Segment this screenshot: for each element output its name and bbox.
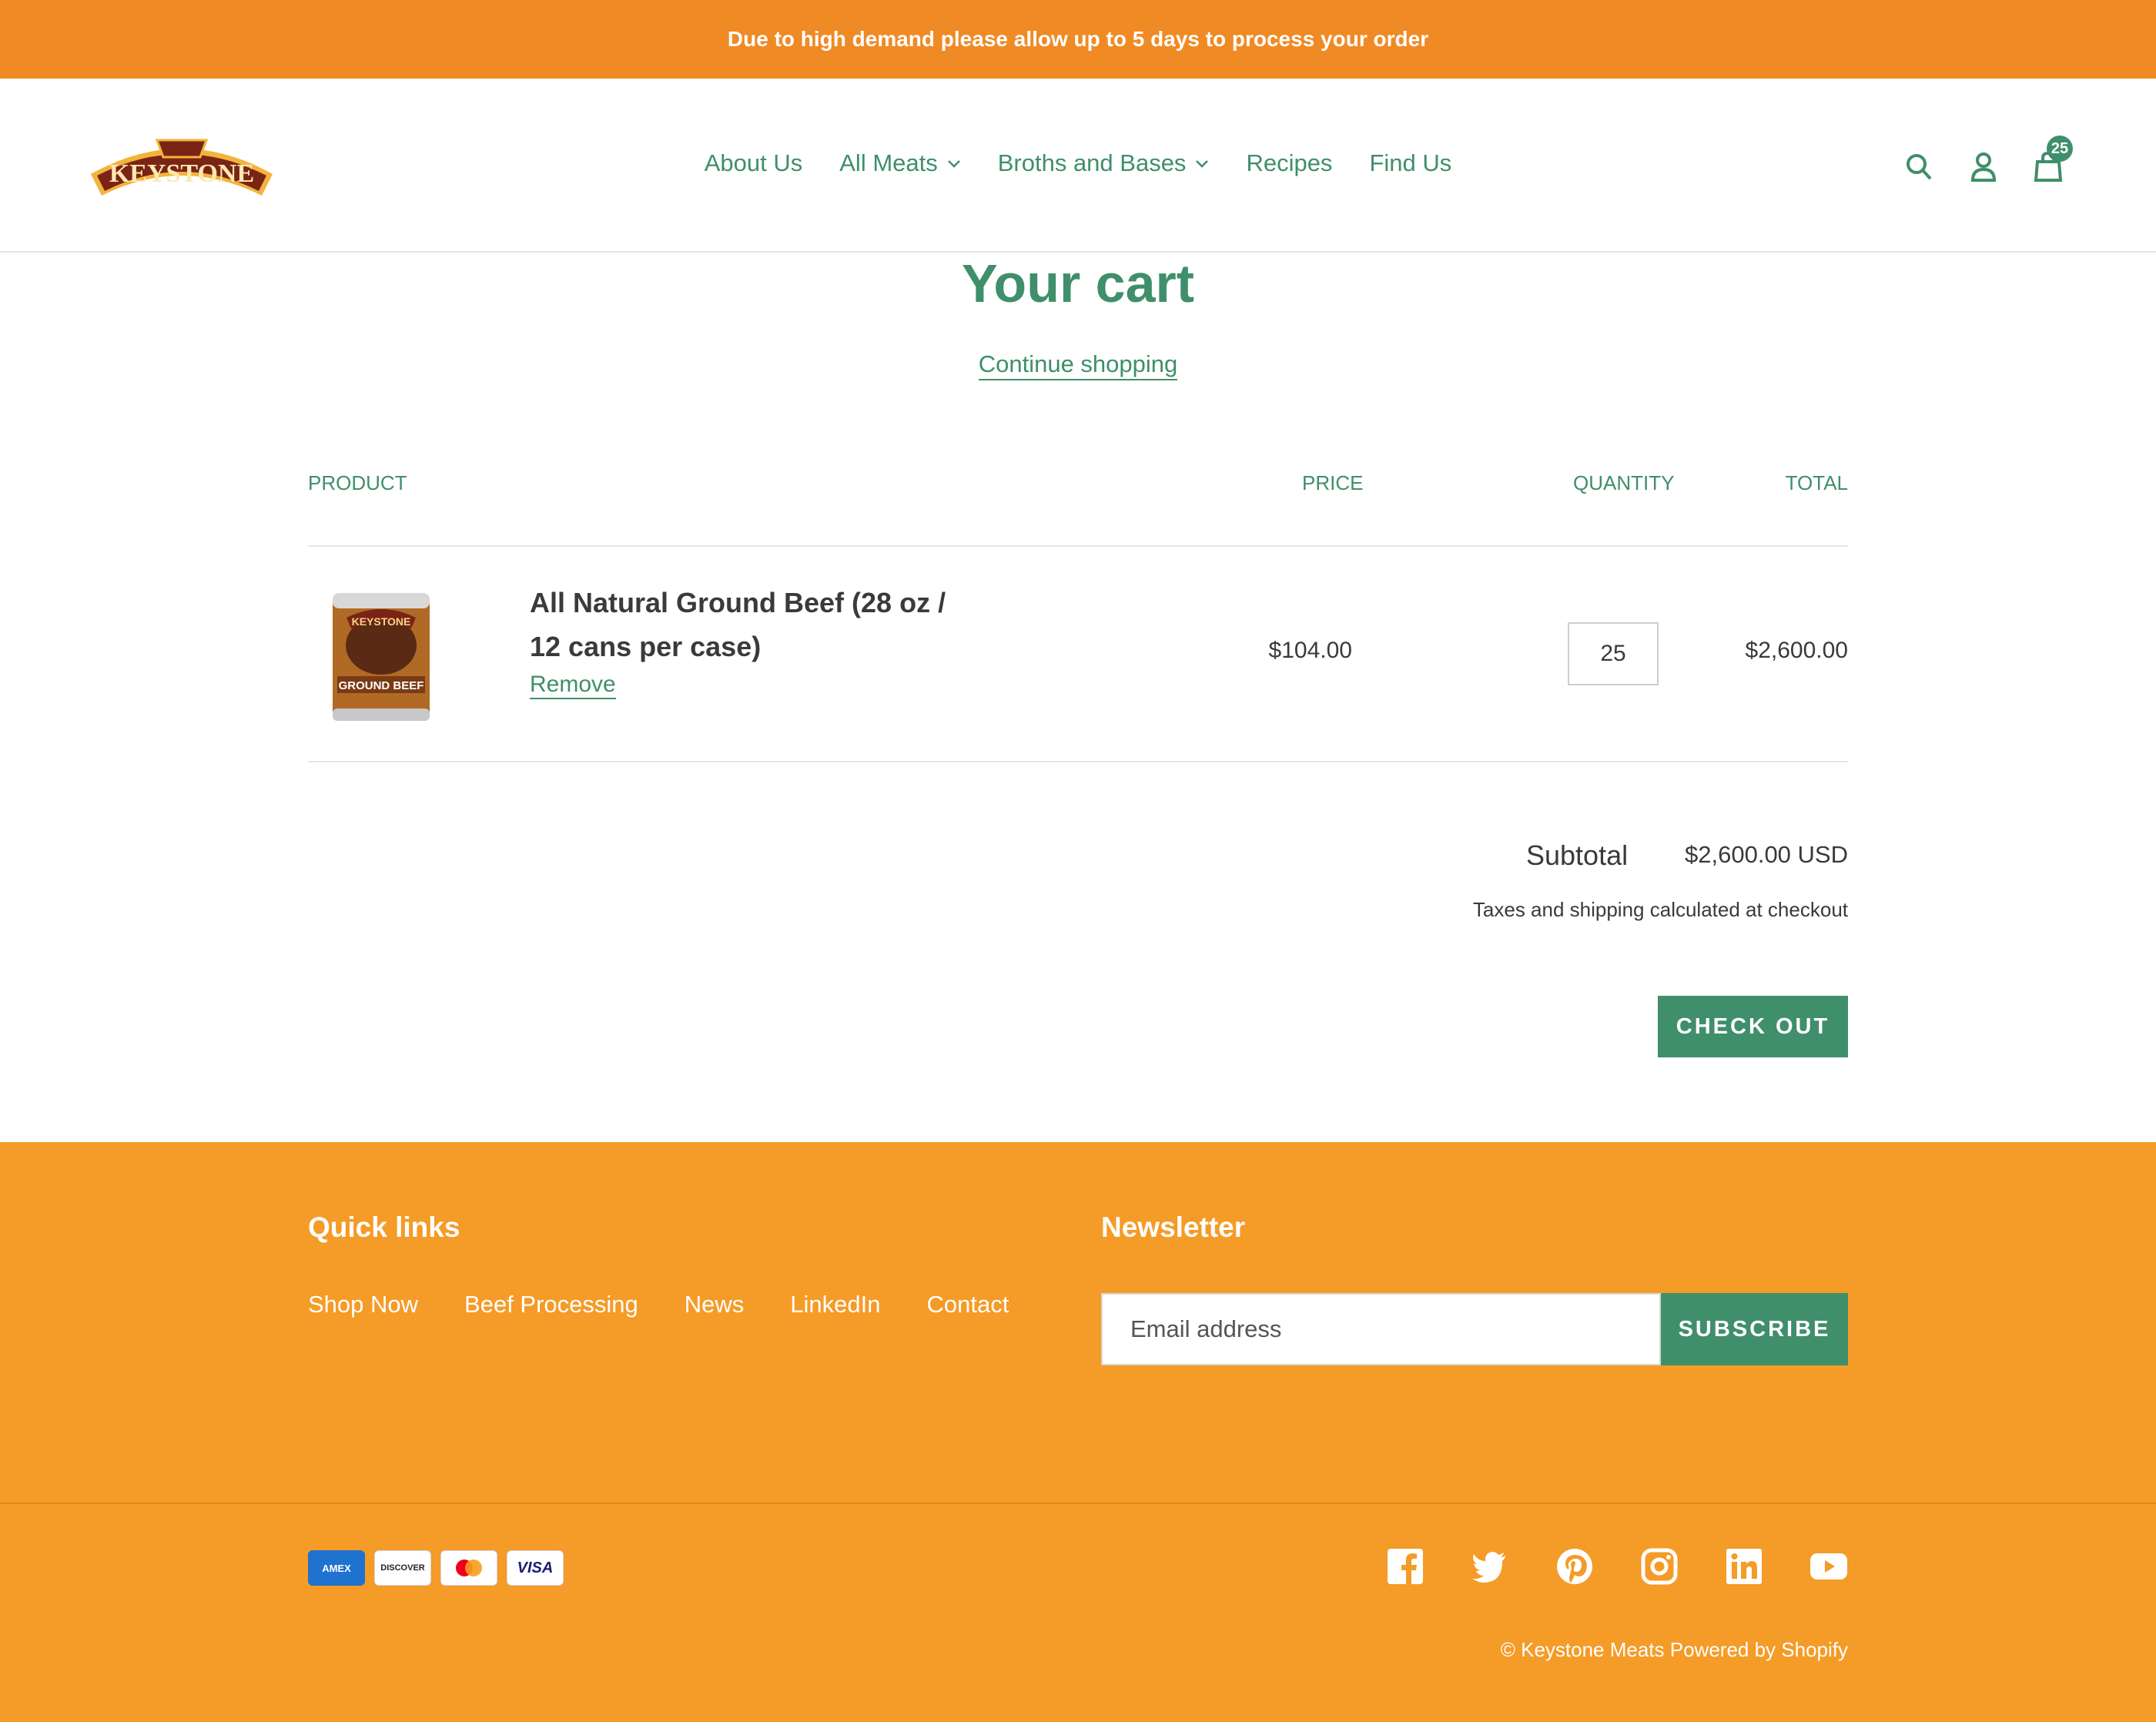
facebook-icon[interactable] bbox=[1386, 1547, 1424, 1586]
visa-icon: VISA bbox=[507, 1550, 564, 1586]
search-icon bbox=[1907, 154, 1932, 180]
subtotal-label: Subtotal bbox=[1526, 839, 1629, 871]
item-total: $2,600.00 bbox=[1745, 638, 1848, 663]
cart-table-header: PRODUCT PRICE QUANTITY TOTAL bbox=[308, 471, 1848, 510]
product-name[interactable]: All Natural Ground Beef (28 oz / 12 cans… bbox=[530, 581, 961, 668]
nav-all-meats[interactable]: All Meats bbox=[839, 149, 960, 177]
remove-link[interactable]: Remove bbox=[530, 672, 616, 699]
site-footer: Quick links Shop Now Beef Processing New… bbox=[0, 1142, 2156, 1722]
payment-methods: AMEX DISCOVER VISA bbox=[308, 1550, 564, 1586]
instagram-icon[interactable] bbox=[1640, 1547, 1679, 1586]
column-price: PRICE bbox=[1302, 471, 1364, 494]
divider bbox=[308, 545, 1848, 547]
nav-label: Broths and Bases bbox=[997, 149, 1187, 176]
social-links bbox=[1386, 1547, 1848, 1586]
youtube-icon[interactable] bbox=[1810, 1547, 1848, 1586]
site-header: KEYSTONE About Us All Meats Broths and B… bbox=[0, 79, 2156, 253]
announcement-bar: Due to high demand please allow up to 5 … bbox=[0, 0, 2156, 79]
cart-count-badge: 25 bbox=[2047, 136, 2073, 162]
footer-link-beef-processing[interactable]: Beef Processing bbox=[464, 1291, 638, 1318]
discover-icon: DISCOVER bbox=[374, 1550, 431, 1586]
header-icons: 25 bbox=[1903, 136, 2073, 183]
main-nav: About Us All Meats Broths and Bases Reci… bbox=[0, 149, 2156, 177]
product-image-label: GROUND BEEF bbox=[339, 679, 424, 692]
column-quantity: QUANTITY bbox=[1573, 471, 1675, 494]
nav-label: Recipes bbox=[1246, 149, 1333, 176]
column-product: PRODUCT bbox=[308, 471, 407, 494]
divider bbox=[308, 761, 1848, 762]
nav-broths-and-bases[interactable]: Broths and Bases bbox=[998, 149, 1210, 177]
copyright-text: © Keystone Meats Powered by Shopify bbox=[1500, 1638, 1848, 1661]
subtotal-value: $2,600.00 USD bbox=[1685, 841, 1848, 868]
chevron-down-icon bbox=[947, 160, 960, 168]
quick-links-title: Quick links bbox=[308, 1211, 460, 1243]
account-button[interactable] bbox=[1968, 149, 1999, 183]
nav-recipes[interactable]: Recipes bbox=[1246, 149, 1332, 177]
svg-text:KEYSTONE: KEYSTONE bbox=[352, 615, 411, 628]
checkout-button[interactable]: CHECK OUT bbox=[1658, 996, 1848, 1057]
footer-link-contact[interactable]: Contact bbox=[927, 1291, 1009, 1318]
chevron-down-icon bbox=[1196, 160, 1209, 168]
product-image[interactable]: KEYSTONE GROUND BEEF bbox=[323, 585, 439, 724]
mastercard-icon bbox=[440, 1550, 497, 1586]
footer-link-news[interactable]: News bbox=[685, 1291, 745, 1318]
continue-shopping-link[interactable]: Continue shopping bbox=[978, 350, 1178, 380]
nav-find-us[interactable]: Find Us bbox=[1369, 149, 1451, 177]
footer-divider bbox=[0, 1503, 2156, 1504]
account-icon bbox=[1970, 152, 1997, 182]
email-field[interactable] bbox=[1101, 1293, 1661, 1365]
amex-icon: AMEX bbox=[308, 1550, 365, 1586]
search-button[interactable] bbox=[1903, 149, 1934, 183]
nav-about-us[interactable]: About Us bbox=[705, 149, 803, 177]
continue-shopping-wrap: Continue shopping bbox=[0, 350, 2156, 380]
footer-link-linkedin[interactable]: LinkedIn bbox=[790, 1291, 880, 1318]
cart-item-row: KEYSTONE GROUND BEEF All Natural Ground … bbox=[308, 548, 1848, 761]
nav-label: Find Us bbox=[1369, 149, 1452, 176]
page-title: Your cart bbox=[961, 253, 1195, 313]
quantity-input[interactable] bbox=[1568, 622, 1659, 685]
nav-label: All Meats bbox=[839, 149, 938, 176]
newsletter-title: Newsletter bbox=[1101, 1211, 1246, 1243]
pinterest-icon[interactable] bbox=[1555, 1547, 1594, 1586]
tax-note: Taxes and shipping calculated at checkou… bbox=[1472, 898, 1848, 921]
item-price: $104.00 bbox=[1268, 638, 1352, 663]
quick-links: Shop Now Beef Processing News LinkedIn C… bbox=[308, 1291, 1009, 1318]
nav-label: About Us bbox=[704, 149, 803, 176]
announcement-text: Due to high demand please allow up to 5 … bbox=[727, 27, 1429, 51]
footer-link-shop-now[interactable]: Shop Now bbox=[308, 1291, 418, 1318]
linkedin-icon[interactable] bbox=[1725, 1547, 1763, 1586]
subscribe-button[interactable]: SUBSCRIBE bbox=[1661, 1293, 1848, 1365]
twitter-icon[interactable] bbox=[1471, 1547, 1509, 1586]
column-total: TOTAL bbox=[1785, 471, 1848, 494]
cart-button[interactable]: 25 bbox=[2033, 136, 2073, 183]
